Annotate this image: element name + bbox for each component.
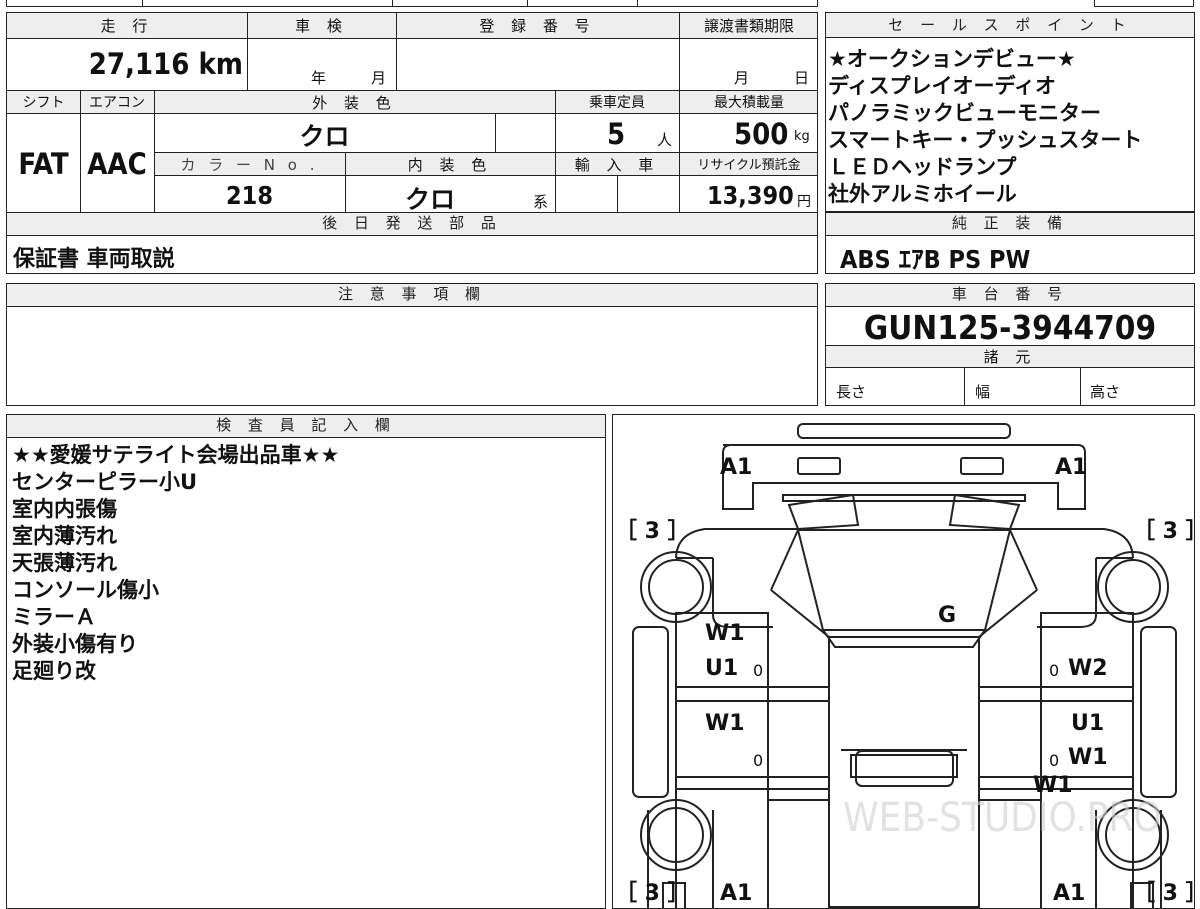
equipment-header: 純 正 装 備 — [826, 213, 1194, 236]
equipment-panel: 純 正 装 備 ABS ｴｱB PS PW — [825, 212, 1195, 274]
watermark: WEB-STUDIO.PRO — [843, 795, 1162, 841]
dimensions-header: 諸 元 — [983, 348, 1037, 366]
registration-header: 登 録 番 号 — [479, 17, 596, 35]
chassis-panel: 車 台 番 号 GUN125-3944709 諸 元 長さ 幅 高さ — [825, 283, 1195, 406]
max-load-value: 500 — [734, 117, 789, 151]
shaken-year-label: 年 — [311, 69, 327, 87]
bracket-3-front-left: ［ 3 ］ — [615, 519, 690, 544]
import-header: 輸 入 車 — [574, 156, 660, 174]
list-item: ミラーＡ — [12, 605, 96, 629]
exterior-color-header: 外 装 色 — [312, 94, 397, 112]
chassis-number: GUN125-3944709 — [863, 308, 1157, 347]
zero-right-rear: 0 — [1049, 751, 1060, 770]
mark-w2-right-front: W2 — [1068, 656, 1108, 681]
list-item: スマートキー・プッシュスタート — [828, 128, 1143, 152]
interior-color-header: 内 装 色 — [407, 156, 493, 174]
capacity-value: 5 — [607, 117, 626, 151]
top-strip — [6, 0, 818, 7]
recycle-header: リサイクル預託金 — [697, 158, 801, 173]
mark-w1-left-front: W1 — [705, 621, 745, 646]
shaken-header: 車 検 — [295, 17, 348, 35]
inspector-header: 検 査 員 記 入 欄 — [7, 415, 605, 438]
list-item: 室内内張傷 — [12, 497, 117, 521]
list-item: 室内薄汚れ — [12, 524, 117, 548]
mark-a1-rear-right: A1 — [1053, 881, 1086, 906]
bracket-3-rear-right: ［ 3 ］ — [1133, 881, 1194, 906]
recycle-value: 13,390 — [707, 181, 794, 210]
sales-points-header: セ ー ル ス ポ イ ン ト — [826, 13, 1194, 38]
bracket-3-rear-left: ［ 3 ］ — [615, 881, 690, 906]
list-item: コンソール傷小 — [12, 578, 159, 602]
height-label: 高さ — [1090, 383, 1121, 401]
mark-a1-rear-left: A1 — [720, 881, 753, 906]
interior-color-suffix: 系 — [533, 193, 549, 211]
inspector-panel: 検 査 員 記 入 欄 ★★愛媛サテライト会場出品車★★ センターピラー小U 室… — [6, 414, 606, 909]
list-item: 社外アルミホイール — [828, 182, 1017, 206]
shift-header: シフト — [22, 95, 65, 111]
list-item: ★オークションデビュー★ — [828, 47, 1076, 71]
capacity-unit: 人 — [657, 131, 673, 149]
length-label: 長さ — [836, 383, 867, 401]
max-load-unit: kg — [794, 129, 810, 144]
list-item: センターピラー小U — [12, 470, 198, 494]
zero-left-front: 0 — [753, 661, 764, 680]
color-no-value: 218 — [226, 181, 273, 210]
chassis-header: 車 台 番 号 — [826, 284, 1194, 307]
recycle-unit: 円 — [797, 194, 811, 210]
equipment-value: ABS ｴｱB PS PW — [840, 245, 1031, 274]
bracket-3-front-right: ［ 3 ］ — [1133, 519, 1194, 544]
capacity-header: 乗車定員 — [589, 95, 645, 111]
mark-g-roof: G — [938, 603, 957, 628]
sales-points-list: ★オークションデビュー★ ディスプレイオーディオ パノラミックビューモニター ス… — [828, 46, 1194, 208]
max-load-header: 最大積載量 — [714, 95, 784, 111]
later-parts-value: 保証書 車両取説 — [13, 247, 175, 272]
mileage-header: 走 行 — [100, 17, 154, 35]
spec-grid: 走 行 車 検 登 録 番 号 譲渡書類期限 27,116 km 年 月 月 日… — [6, 12, 818, 214]
transfer-deadline-header: 譲渡書類期限 — [703, 17, 794, 35]
list-item: ディスプレイオーディオ — [828, 74, 1057, 98]
deadline-day-label: 日 — [794, 69, 810, 87]
width-label: 幅 — [975, 383, 991, 401]
aircon-value: AAC — [87, 147, 147, 181]
notes-header: 注 意 事 項 欄 — [7, 284, 817, 307]
exterior-color-value: クロ — [299, 122, 350, 151]
shift-value: FAT — [18, 147, 69, 181]
zero-left-rear: 0 — [753, 751, 764, 770]
list-item: ★★愛媛サテライト会場出品車★★ — [12, 443, 340, 467]
color-no-header: カ ラ ー N o . — [180, 156, 319, 174]
shaken-month-label: 月 — [371, 69, 387, 87]
notes-panel: 注 意 事 項 欄 — [6, 283, 818, 406]
inspector-lines: ★★愛媛サテライト会場出品車★★ センターピラー小U 室内内張傷 室内薄汚れ 天… — [12, 442, 339, 685]
aircon-header: エアコン — [89, 95, 145, 111]
later-parts-panel: 後 日 発 送 部 品 保証書 車両取説 — [6, 212, 818, 274]
car-diagram-panel: WEB-STUDIO.PRO ［ 3 ］ ［ 3 ］ ［ 3 ］ ［ 3 ］ A… — [612, 414, 1195, 909]
mark-a1-front-right: A1 — [1055, 455, 1088, 480]
mark-u1-left-front: U1 — [705, 656, 739, 681]
mileage-value: 27,116 km — [88, 47, 243, 81]
top-strip-right — [1094, 0, 1194, 7]
interior-color-value: クロ — [404, 185, 455, 214]
mark-a1-front-left: A1 — [720, 455, 753, 480]
list-item: ＬＥＤヘッドランプ — [828, 155, 1017, 179]
mark-w1-right-rocker: W1 — [1033, 773, 1073, 798]
later-parts-header: 後 日 発 送 部 品 — [7, 213, 817, 236]
deadline-month-label: 月 — [734, 69, 750, 87]
mark-u1-right-rear: U1 — [1071, 711, 1105, 736]
list-item: 外装小傷有り — [12, 632, 138, 656]
sales-points-panel: セ ー ル ス ポ イ ン ト ★オークションデビュー★ ディスプレイオーディオ… — [825, 12, 1195, 212]
list-item: 天張薄汚れ — [12, 551, 117, 575]
mark-w1-left-rear: W1 — [705, 711, 745, 736]
mark-w1-right-rear: W1 — [1068, 745, 1108, 770]
zero-right-front: 0 — [1049, 661, 1060, 680]
list-item: パノラミックビューモニター — [828, 101, 1101, 125]
list-item: 足廻り改 — [12, 659, 96, 683]
